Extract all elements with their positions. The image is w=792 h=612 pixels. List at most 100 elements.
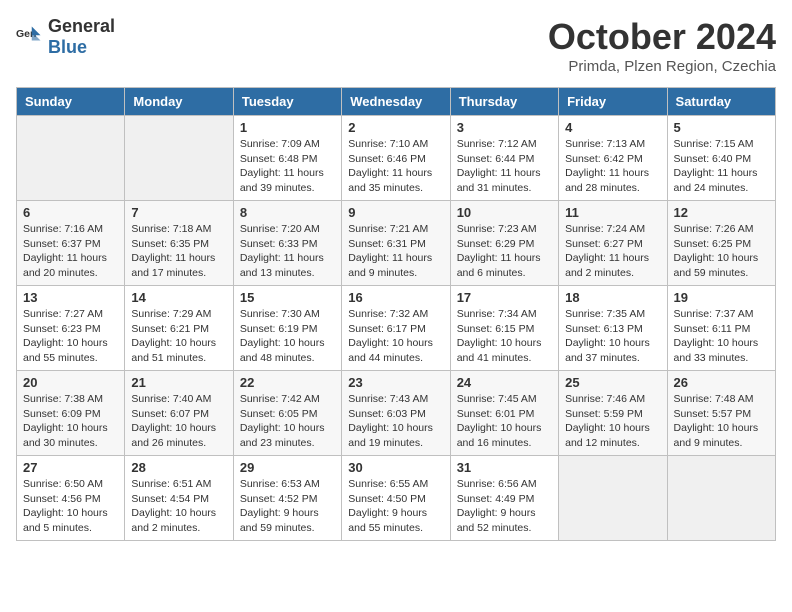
calendar-cell: 29 Sunrise: 6:53 AMSunset: 4:52 PMDayligh… (233, 456, 341, 541)
calendar-week-row: 13Sunrise: 7:27 AMSunset: 6:23 PMDayligh… (17, 286, 776, 371)
day-number: 2 (348, 120, 443, 135)
calendar-week-row: 27 Sunrise: 6:50 AMSunset: 4:56 PMDayligh… (17, 456, 776, 541)
day-number: 27 (23, 460, 118, 475)
calendar-header: SundayMondayTuesdayWednesdayThursdayFrid… (17, 88, 776, 116)
day-detail: Sunrise: 6:55 AMSunset: 4:50 PMDaylight:… (348, 477, 443, 536)
day-detail: Sunrise: 7:13 AMSunset: 6:42 PMDaylight:… (565, 137, 660, 196)
day-detail: Sunrise: 7:40 AMSunset: 6:07 PMDaylight:… (131, 392, 226, 451)
day-number: 7 (131, 205, 226, 220)
calendar-cell: 3Sunrise: 7:12 AMSunset: 6:44 PMDaylight… (450, 116, 558, 201)
calendar-body: 1 Sunrise: 7:09 AMSunset: 6:48 PMDaylight… (17, 116, 776, 541)
day-detail: Sunrise: 6:50 AMSunset: 4:56 PMDaylight:… (23, 477, 118, 536)
day-detail: Sunrise: 7:10 AMSunset: 6:46 PMDaylight:… (348, 137, 443, 196)
location-subtitle: Primda, Plzen Region, Czechia (548, 58, 776, 75)
day-detail: Sunrise: 7:43 AMSunset: 6:03 PMDaylight:… (348, 392, 443, 451)
calendar: SundayMondayTuesdayWednesdayThursdayFrid… (16, 87, 776, 541)
calendar-cell: 2 Sunrise: 7:10 AMSunset: 6:46 PMDaylight… (342, 116, 450, 201)
calendar-cell: 17 Sunrise: 7:34 AMSunset: 6:15 PMDayligh… (450, 286, 558, 371)
day-detail: Sunrise: 7:16 AMSunset: 6:37 PMDaylight:… (23, 222, 118, 281)
calendar-cell (559, 456, 667, 541)
calendar-cell (667, 456, 775, 541)
weekday-header: Friday (559, 88, 667, 116)
day-detail: Sunrise: 7:45 AMSunset: 6:01 PMDaylight:… (457, 392, 552, 451)
day-detail: Sunrise: 6:53 AMSunset: 4:52 PMDaylight:… (240, 477, 335, 536)
calendar-cell: 13Sunrise: 7:27 AMSunset: 6:23 PMDayligh… (17, 286, 125, 371)
calendar-cell (17, 116, 125, 201)
day-detail: Sunrise: 7:15 AMSunset: 6:40 PMDaylight:… (674, 137, 769, 196)
day-number: 3 (457, 120, 552, 135)
day-number: 29 (240, 460, 335, 475)
calendar-cell: 28 Sunrise: 6:51 AMSunset: 4:54 PMDayligh… (125, 456, 233, 541)
day-detail: Sunrise: 7:23 AMSunset: 6:29 PMDaylight:… (457, 222, 552, 281)
calendar-cell: 30 Sunrise: 6:55 AMSunset: 4:50 PMDayligh… (342, 456, 450, 541)
day-number: 19 (674, 290, 769, 305)
day-number: 24 (457, 375, 552, 390)
day-number: 20 (23, 375, 118, 390)
day-number: 12 (674, 205, 769, 220)
day-detail: Sunrise: 7:38 AMSunset: 6:09 PMDaylight:… (23, 392, 118, 451)
day-detail: Sunrise: 7:18 AMSunset: 6:35 PMDaylight:… (131, 222, 226, 281)
day-number: 4 (565, 120, 660, 135)
day-number: 10 (457, 205, 552, 220)
weekday-header: Wednesday (342, 88, 450, 116)
calendar-cell: 27 Sunrise: 6:50 AMSunset: 4:56 PMDayligh… (17, 456, 125, 541)
calendar-cell: 26 Sunrise: 7:48 AMSunset: 5:57 PMDayligh… (667, 371, 775, 456)
logo-icon: Gen (16, 23, 44, 51)
calendar-cell: 11Sunrise: 7:24 AMSunset: 6:27 PMDayligh… (559, 201, 667, 286)
calendar-cell: 12 Sunrise: 7:26 AMSunset: 6:25 PMDayligh… (667, 201, 775, 286)
logo-general: General (48, 16, 115, 36)
day-detail: Sunrise: 7:24 AMSunset: 6:27 PMDaylight:… (565, 222, 660, 281)
day-detail: Sunrise: 6:51 AMSunset: 4:54 PMDaylight:… (131, 477, 226, 536)
calendar-cell: 22Sunrise: 7:42 AMSunset: 6:05 PMDayligh… (233, 371, 341, 456)
day-detail: Sunrise: 7:46 AMSunset: 5:59 PMDaylight:… (565, 392, 660, 451)
day-number: 28 (131, 460, 226, 475)
day-detail: Sunrise: 7:35 AMSunset: 6:13 PMDaylight:… (565, 307, 660, 366)
day-number: 9 (348, 205, 443, 220)
calendar-cell: 4 Sunrise: 7:13 AMSunset: 6:42 PMDaylight… (559, 116, 667, 201)
calendar-cell: 10 Sunrise: 7:23 AMSunset: 6:29 PMDayligh… (450, 201, 558, 286)
day-number: 31 (457, 460, 552, 475)
weekday-row: SundayMondayTuesdayWednesdayThursdayFrid… (17, 88, 776, 116)
day-number: 5 (674, 120, 769, 135)
day-number: 23 (348, 375, 443, 390)
day-number: 26 (674, 375, 769, 390)
day-detail: Sunrise: 7:37 AMSunset: 6:11 PMDaylight:… (674, 307, 769, 366)
weekday-header: Monday (125, 88, 233, 116)
day-detail: Sunrise: 7:21 AMSunset: 6:31 PMDaylight:… (348, 222, 443, 281)
calendar-cell: 31Sunrise: 6:56 AMSunset: 4:49 PMDayligh… (450, 456, 558, 541)
day-detail: Sunrise: 7:32 AMSunset: 6:17 PMDaylight:… (348, 307, 443, 366)
day-detail: Sunrise: 7:42 AMSunset: 6:05 PMDaylight:… (240, 392, 335, 451)
calendar-cell: 16 Sunrise: 7:32 AMSunset: 6:17 PMDayligh… (342, 286, 450, 371)
day-detail: Sunrise: 7:34 AMSunset: 6:15 PMDaylight:… (457, 307, 552, 366)
calendar-week-row: 20 Sunrise: 7:38 AMSunset: 6:09 PMDayligh… (17, 371, 776, 456)
title-area: October 2024 Primda, Plzen Region, Czech… (548, 16, 776, 75)
logo-text: General Blue (48, 16, 115, 58)
day-number: 1 (240, 120, 335, 135)
weekday-header: Tuesday (233, 88, 341, 116)
day-detail: Sunrise: 7:29 AMSunset: 6:21 PMDaylight:… (131, 307, 226, 366)
day-detail: Sunrise: 7:09 AMSunset: 6:48 PMDaylight:… (240, 137, 335, 196)
calendar-cell: 20 Sunrise: 7:38 AMSunset: 6:09 PMDayligh… (17, 371, 125, 456)
day-number: 6 (23, 205, 118, 220)
day-number: 16 (348, 290, 443, 305)
calendar-cell: 9 Sunrise: 7:21 AMSunset: 6:31 PMDaylight… (342, 201, 450, 286)
day-number: 21 (131, 375, 226, 390)
day-detail: Sunrise: 7:20 AMSunset: 6:33 PMDaylight:… (240, 222, 335, 281)
calendar-cell: 8 Sunrise: 7:20 AMSunset: 6:33 PMDaylight… (233, 201, 341, 286)
calendar-cell (125, 116, 233, 201)
day-detail: Sunrise: 7:30 AMSunset: 6:19 PMDaylight:… (240, 307, 335, 366)
day-number: 8 (240, 205, 335, 220)
calendar-cell: 7 Sunrise: 7:18 AMSunset: 6:35 PMDaylight… (125, 201, 233, 286)
day-detail: Sunrise: 7:27 AMSunset: 6:23 PMDaylight:… (23, 307, 118, 366)
weekday-header: Thursday (450, 88, 558, 116)
day-detail: Sunrise: 7:48 AMSunset: 5:57 PMDaylight:… (674, 392, 769, 451)
calendar-cell: 23 Sunrise: 7:43 AMSunset: 6:03 PMDayligh… (342, 371, 450, 456)
calendar-cell: 6 Sunrise: 7:16 AMSunset: 6:37 PMDaylight… (17, 201, 125, 286)
day-number: 15 (240, 290, 335, 305)
calendar-cell: 5 Sunrise: 7:15 AMSunset: 6:40 PMDaylight… (667, 116, 775, 201)
day-number: 30 (348, 460, 443, 475)
calendar-cell: 1 Sunrise: 7:09 AMSunset: 6:48 PMDaylight… (233, 116, 341, 201)
day-number: 17 (457, 290, 552, 305)
logo: Gen General Blue (16, 16, 115, 58)
day-detail: Sunrise: 7:26 AMSunset: 6:25 PMDaylight:… (674, 222, 769, 281)
